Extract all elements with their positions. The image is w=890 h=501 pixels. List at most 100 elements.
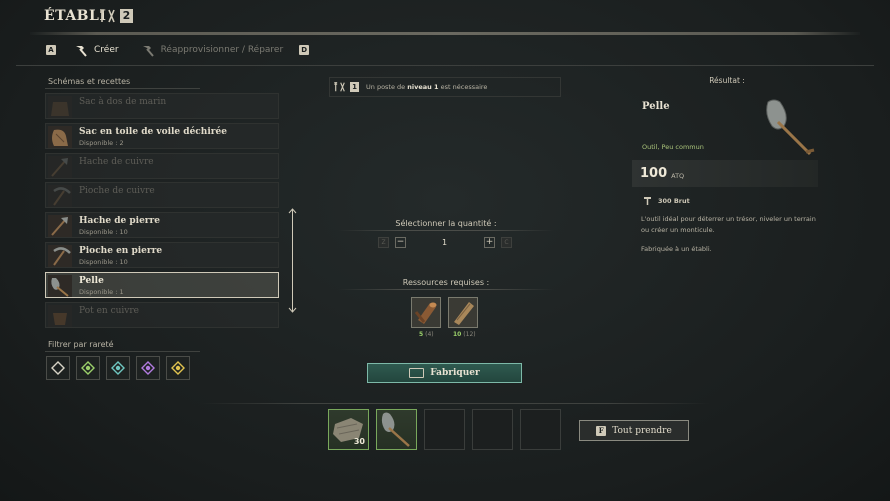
take-all-label: Tout prendre <box>612 425 672 436</box>
shovel-image-icon <box>766 99 815 156</box>
quantity-prev-key[interactable]: Z <box>378 237 389 248</box>
tab-repair-label: Réapprovisionner / Réparer <box>160 45 284 55</box>
requirement-level-badge: 1 <box>350 82 359 92</box>
rarity-filter-button[interactable] <box>76 356 100 380</box>
axe-icon <box>48 155 72 178</box>
recipe-name: Sac à dos de marin <box>79 97 167 107</box>
craft-button[interactable]: Fabriquer <box>367 363 522 383</box>
tab-repair[interactable]: Réapprovisionner / Réparer <box>141 43 284 57</box>
tab-bar: A Créer Réapprovisionner / Réparer D <box>46 43 310 57</box>
header-divider <box>30 32 860 35</box>
result-item-type: Outil, Peu commun <box>642 143 704 151</box>
recipe-availability: Disponible : 1 <box>79 287 124 296</box>
level-badge: 2 <box>120 9 133 23</box>
scroll-indicator[interactable] <box>288 208 297 313</box>
rarity-title: Filtrer par rareté <box>48 340 114 349</box>
shovel-icon <box>48 274 72 297</box>
resource-count-wood: 5 (4) <box>419 331 434 338</box>
quantity-value[interactable]: 1 <box>442 238 447 247</box>
plank-icon <box>454 302 474 325</box>
result-attack-stat: 100 ATQ <box>632 160 818 187</box>
recipes-title-line <box>45 88 200 89</box>
output-slot-4[interactable] <box>472 409 513 450</box>
rarity-title-line <box>45 351 200 352</box>
window-title: ÉTABLI <box>44 8 107 24</box>
requirement-text: Un poste de niveau 1 est nécessaire <box>366 83 487 91</box>
output-slot-2[interactable] <box>376 409 417 450</box>
resource-need-wood: (4) <box>425 331 434 338</box>
requirement-level-text: niveau 1 <box>407 83 439 91</box>
recipe-item[interactable]: Pioche de cuivre <box>45 182 279 209</box>
output-slot-3[interactable] <box>424 409 465 450</box>
rarity-diamond-icon <box>171 361 185 375</box>
recipe-item[interactable]: Pot en cuivre <box>45 301 279 328</box>
quantity-title: Sélectionner la quantité : <box>395 219 497 228</box>
output-slot-1[interactable]: 30 <box>328 409 369 450</box>
recipe-name: Pioche en pierre <box>79 246 163 256</box>
workbench-level: 2 <box>100 9 133 23</box>
rarity-filter-button[interactable] <box>46 356 70 380</box>
recipe-availability: Disponible : 10 <box>79 258 128 266</box>
quantity-decrease-button[interactable]: − <box>395 237 406 248</box>
recipe-name: Hache de cuivre <box>79 156 154 167</box>
recipes-title: Schémas et recettes <box>48 77 131 86</box>
axe-icon <box>48 215 72 238</box>
result-crafting-note: Fabriquée à un établi. <box>641 245 712 253</box>
attack-unit: ATQ <box>671 171 685 180</box>
resource-slot-plank[interactable] <box>448 297 478 328</box>
resource-count-plank: 10 (12) <box>453 331 476 338</box>
recipe-item[interactable]: Pioche en pierre Disponible : 10 <box>45 242 279 268</box>
output-slot-1-count: 30 <box>353 437 365 446</box>
recipe-item[interactable]: Pelle Disponible : 1 <box>45 271 279 298</box>
resource-have-plank: 10 <box>453 331 462 338</box>
resource-slot-wood[interactable] <box>411 297 441 328</box>
resources-title: Ressources requises : <box>402 278 490 287</box>
take-all-key: F <box>596 425 607 436</box>
tab-next-key[interactable]: D <box>299 45 310 55</box>
rarity-diamond-icon <box>81 361 95 375</box>
shovel-icon <box>381 412 410 447</box>
take-all-button[interactable]: F Tout prendre <box>579 420 689 441</box>
recipe-availability: Disponible : 2 <box>79 138 124 147</box>
recipe-name: Pioche de cuivre <box>79 186 155 197</box>
hammer-icon <box>76 46 87 57</box>
tab-create[interactable]: Créer <box>74 43 119 57</box>
requirement-suffix: est nécessaire <box>438 83 488 91</box>
tools-icon <box>100 9 115 23</box>
recipe-name: Pelle <box>79 275 104 286</box>
rarity-diamond-icon <box>111 361 125 375</box>
cloth-bag-icon <box>48 125 72 148</box>
output-divider <box>200 403 710 404</box>
resource-have-wood: 5 <box>419 331 424 338</box>
hammer-damage-icon <box>644 197 651 205</box>
resources-title-line <box>338 289 554 290</box>
recipe-item[interactable]: Sac en toile de voile déchirée Disponible… <box>45 122 279 149</box>
quantity-next-key[interactable]: C <box>501 237 512 248</box>
repair-hammer-icon <box>142 46 154 57</box>
wood-log-icon <box>414 302 437 324</box>
pot-icon <box>48 304 72 327</box>
rarity-filter-button[interactable] <box>166 356 190 380</box>
tools-icon <box>334 82 345 92</box>
tab-divider <box>16 65 874 66</box>
quantity-increase-button[interactable]: + <box>484 237 495 248</box>
station-requirement: 1 Un poste de niveau 1 est nécessaire <box>329 77 561 97</box>
pickaxe-icon <box>48 185 72 208</box>
recipe-availability: Disponible : 10 <box>79 228 128 237</box>
backpack-icon <box>48 96 72 118</box>
blunt-damage-text: 300 Brut <box>658 196 690 205</box>
recipe-item[interactable]: Hache de pierre Disponible : 10 <box>45 212 279 239</box>
requirement-prefix: Un poste de <box>366 83 408 91</box>
recipe-name: Sac en toile de voile déchirée <box>79 126 227 137</box>
rarity-filter-button[interactable] <box>106 356 130 380</box>
result-blunt-damage: 300 Brut <box>643 196 690 205</box>
spacebar-key-icon <box>409 368 425 378</box>
rarity-filter-button[interactable] <box>136 356 160 380</box>
tab-create-label: Créer <box>94 45 119 55</box>
resource-need-plank: (12) <box>463 331 476 338</box>
recipe-item[interactable]: Sac à dos de marin <box>45 93 279 119</box>
quantity-title-line <box>338 230 554 231</box>
tab-prev-key[interactable]: A <box>46 45 56 55</box>
output-slot-5[interactable] <box>520 409 561 450</box>
recipe-item[interactable]: Hache de cuivre <box>45 152 279 179</box>
